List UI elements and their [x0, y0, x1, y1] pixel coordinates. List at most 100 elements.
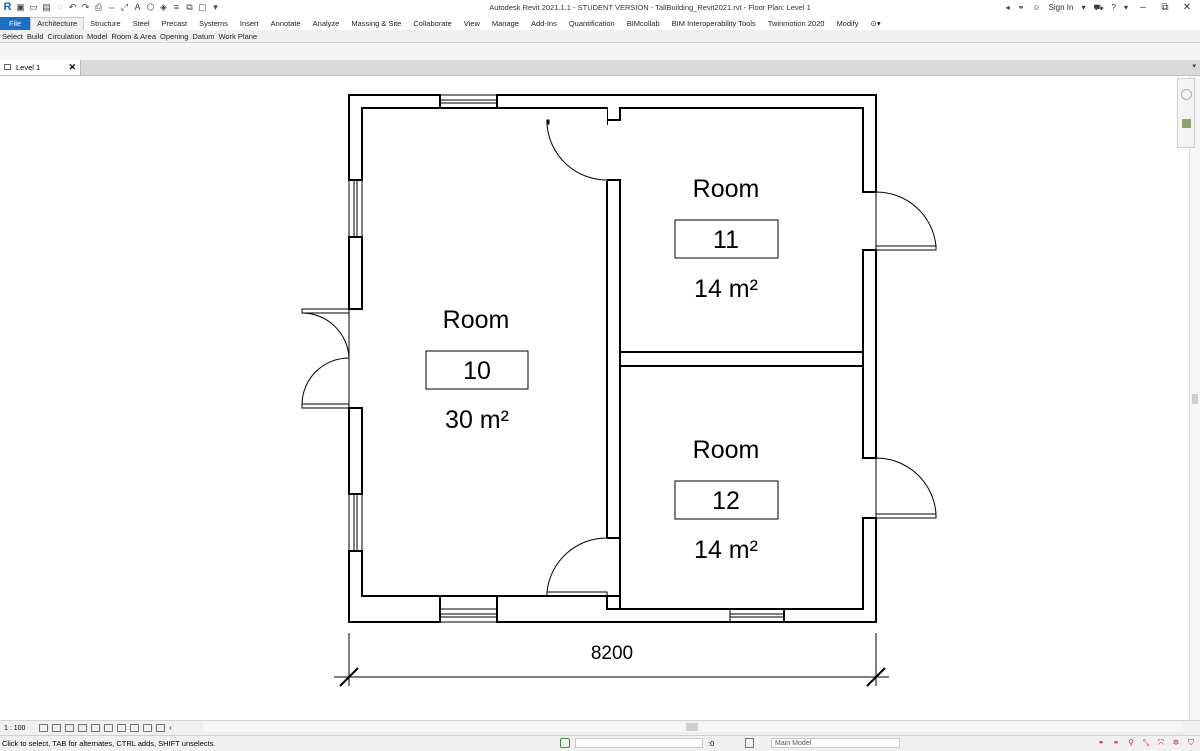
ribbon-tab-bimcollab[interactable]: BIMcollab [621, 17, 666, 30]
ribbon-panel-model[interactable]: Model [85, 32, 109, 41]
room-number: 10 [463, 357, 491, 385]
room-area: 14 m² [694, 275, 758, 303]
window-left-a[interactable] [348, 179, 363, 238]
background-processes-icon[interactable]: ✲ [1171, 738, 1181, 748]
floor-plan-icon [4, 64, 11, 70]
select-links-icon[interactable]: ⚭ [1096, 738, 1106, 748]
horizontal-scrollbar[interactable] [203, 722, 1183, 732]
ribbon-panel-circulation[interactable]: Circulation [46, 32, 85, 41]
vertical-scrollbar[interactable] [1189, 76, 1200, 720]
worksets-icon[interactable] [560, 738, 570, 748]
ribbon-tab-quantification[interactable]: Quantification [563, 17, 621, 30]
close-icon[interactable]: ✕ [1180, 2, 1194, 13]
binoculars-icon[interactable]: ⚭ [1018, 3, 1025, 12]
filter-icon[interactable]: ⛉ [1186, 738, 1196, 748]
crop-view-icon[interactable] [91, 724, 101, 732]
dimension-value: 8200 [591, 643, 633, 664]
ribbon-tab-analyze[interactable]: Analyze [307, 17, 346, 30]
temporary-hide-icon[interactable] [117, 724, 127, 732]
ribbon-tab-collaborate[interactable]: Collaborate [407, 17, 457, 30]
sign-in-link[interactable]: Sign In [1049, 3, 1074, 12]
ribbon-tab-view[interactable]: View [458, 17, 486, 30]
floor-plan: Room 10 30 m² Room 11 14 m² Room 12 14 m… [301, 94, 937, 687]
ribbon-tab-steel[interactable]: Steel [127, 17, 156, 30]
ribbon-tab-systems[interactable]: Systems [193, 17, 234, 30]
user-icon[interactable]: ☺ [1032, 3, 1040, 12]
wall-left-b[interactable] [348, 407, 363, 495]
ribbon-tab-bim-interoperability-tools[interactable]: BIM Interoperability Tools [666, 17, 762, 30]
select-by-face-icon[interactable]: ⤡ [1141, 738, 1151, 748]
design-options-icon[interactable] [745, 738, 754, 748]
drag-elements-icon[interactable]: ⤧ [1156, 738, 1166, 748]
ribbon-tab-precast[interactable]: Precast [156, 17, 193, 30]
wall-left-a[interactable] [348, 236, 363, 310]
horizontal-scroll-thumb[interactable] [686, 723, 698, 731]
room-number: 11 [713, 226, 739, 254]
door-exterior-left[interactable] [301, 308, 350, 409]
ribbon-tab-insert[interactable]: Insert [234, 17, 265, 30]
status-bar: Click to select, TAB for alternates, CTR… [0, 735, 1200, 751]
show-crop-icon[interactable] [104, 724, 114, 732]
ribbon-panel-work-plane[interactable]: Work Plane [216, 32, 259, 41]
tab-menu-icon[interactable]: ▾ [1192, 62, 1196, 70]
help-dropdown-icon[interactable]: ▾ [1124, 3, 1128, 12]
room-area: 14 m² [694, 536, 758, 564]
ribbon-tab-modify[interactable]: Modify [830, 17, 864, 30]
ribbon-tabs: File Architecture Structure Steel Precast Sys… [0, 17, 1200, 30]
window-bottom-a[interactable] [439, 608, 498, 623]
restore-icon[interactable]: ⧉ [1158, 2, 1172, 13]
view-tab-bar: Level 1 ✕ ▾ [0, 60, 1200, 76]
ribbon-tab-file[interactable]: File [0, 17, 31, 30]
door-exterior-room-11[interactable] [875, 191, 937, 251]
door-exterior-room-12[interactable] [875, 457, 937, 519]
window-top[interactable] [439, 94, 498, 109]
worksharing-display-icon[interactable] [143, 724, 153, 732]
select-underlay-icon[interactable]: ⚭ [1111, 738, 1121, 748]
design-option-select[interactable]: Main Model [771, 738, 900, 748]
view-control-collapse-icon[interactable]: ‹ [169, 725, 171, 732]
reveal-hidden-icon[interactable] [130, 724, 140, 732]
detail-level-icon[interactable] [39, 724, 49, 732]
zoom-icon[interactable] [1182, 119, 1191, 128]
selection-filters: ⚭ ⚭ ⚲ ⤡ ⤧ ✲ ⛉ [1096, 738, 1196, 748]
vertical-scroll-thumb[interactable] [1192, 394, 1198, 404]
workset-select[interactable] [575, 738, 703, 748]
view-tab-close-icon[interactable]: ✕ [68, 60, 76, 75]
ribbon-extra-dropdown-icon[interactable]: ⊙▾ [865, 17, 887, 30]
help-button[interactable]: ? [1112, 3, 1116, 12]
ribbon-tab-architecture[interactable]: Architecture [30, 17, 85, 30]
drawing-canvas[interactable]: Room 10 30 m² Room 11 14 m² Room 12 14 m… [0, 76, 1188, 720]
room-number: 12 [712, 487, 740, 515]
ribbon-tab-annotate[interactable]: Annotate [265, 17, 307, 30]
view-scale[interactable]: 1 : 100 [0, 725, 39, 732]
window-left-b[interactable] [348, 493, 363, 552]
select-pinned-icon[interactable]: ⚲ [1126, 738, 1136, 748]
ribbon-tab-manage[interactable]: Manage [486, 17, 525, 30]
view-tab-level-1[interactable]: Level 1 ✕ [0, 60, 81, 75]
ribbon-tab-massing-site[interactable]: Massing & Site [345, 17, 407, 30]
room-name: Room [443, 306, 510, 334]
wall-right-middle[interactable] [862, 249, 877, 459]
sun-path-icon[interactable] [65, 724, 75, 732]
visual-style-icon[interactable] [52, 724, 62, 732]
back-icon[interactable]: ◂ [1006, 3, 1010, 12]
ribbon-panel-build[interactable]: Build [25, 32, 46, 41]
view-tab-label: Level 1 [16, 63, 41, 72]
ribbon-tab-add-ins[interactable]: Add-Ins [525, 17, 563, 30]
ribbon-tab-twinmotion-2020[interactable]: Twinmotion 2020 [762, 17, 831, 30]
ribbon-tab-structure[interactable]: Structure [84, 17, 126, 30]
sign-in-dropdown-icon[interactable]: ▾ [1081, 3, 1085, 12]
ribbon-panel-datum[interactable]: Datum [190, 32, 216, 41]
steering-wheel-icon[interactable] [1181, 89, 1192, 100]
shadows-icon[interactable] [78, 724, 88, 732]
ribbon-panel-opening[interactable]: Opening [158, 32, 190, 41]
room-name: Room [693, 175, 760, 203]
ribbon-body [0, 43, 1200, 60]
navigation-bar [1177, 78, 1195, 148]
minimize-icon[interactable]: – [1136, 2, 1150, 13]
analytical-model-icon[interactable] [156, 724, 166, 732]
cart-icon[interactable]: ⛟ [1093, 3, 1103, 13]
ribbon-panel-select[interactable]: Select [0, 32, 25, 41]
wall-bottom-join [606, 595, 621, 610]
ribbon-panel-room-area[interactable]: Room & Area [109, 32, 158, 41]
